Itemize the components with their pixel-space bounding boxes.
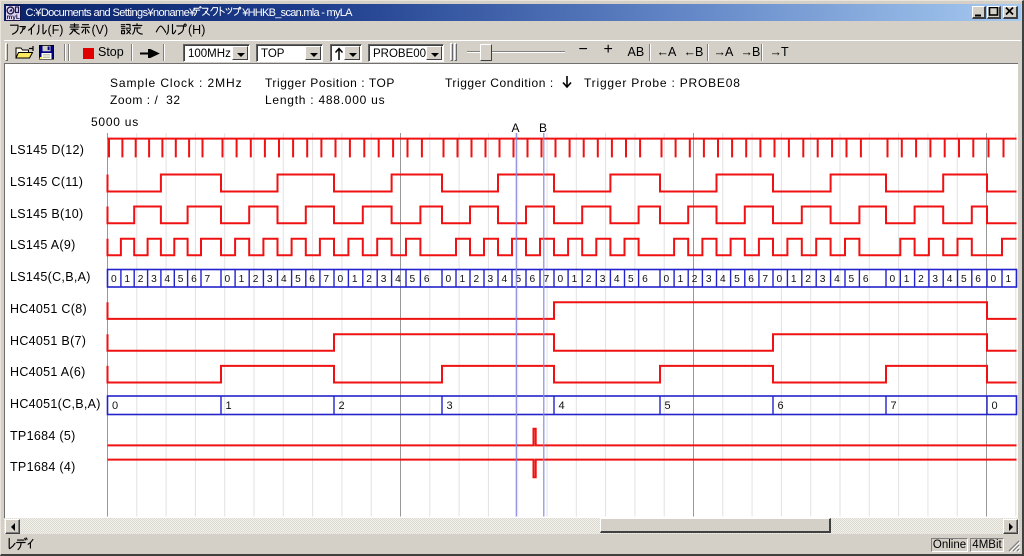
svg-text:myLA: myLA [7,14,21,20]
